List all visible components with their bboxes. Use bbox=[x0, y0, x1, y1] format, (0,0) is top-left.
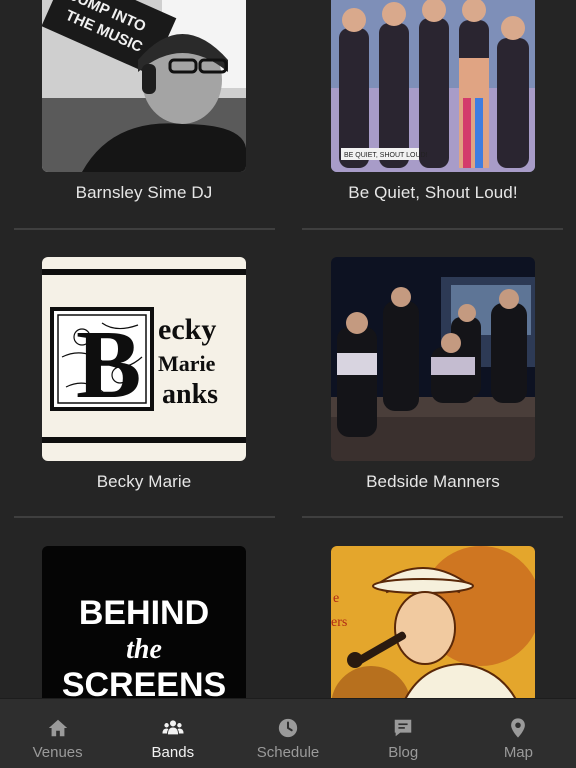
band-image: BE QUIET, SHOUT LOUD! bbox=[331, 0, 535, 172]
band-name: Be Quiet, Shout Loud! bbox=[348, 183, 518, 202]
tab-label: Bands bbox=[151, 744, 195, 761]
tab-venues[interactable]: Venues bbox=[0, 699, 115, 768]
tab-blog[interactable]: Blog bbox=[346, 699, 461, 768]
users-icon bbox=[162, 720, 184, 735]
home-icon bbox=[48, 719, 67, 737]
initial-b-text: B bbox=[76, 311, 141, 419]
band-image: e ers bbox=[331, 546, 535, 698]
poster-text-ers: ers bbox=[331, 615, 347, 630]
tab-bands[interactable]: Bands bbox=[115, 699, 230, 768]
divider bbox=[14, 228, 275, 230]
divider bbox=[14, 516, 275, 518]
be-quiet-shout-loud-text: BE QUIET, SHOUT LOUD! bbox=[344, 152, 428, 159]
bands-grid: JUMP INTO THE MUSIC Barnsley Sime DJ BE … bbox=[0, 0, 576, 698]
tab-label: Blog bbox=[388, 744, 419, 761]
tab-map[interactable]: Map bbox=[461, 699, 576, 768]
band-image: B ecky Marie anks bbox=[42, 257, 246, 461]
behind-text: BEHIND bbox=[79, 594, 209, 632]
tab-schedule[interactable]: Schedule bbox=[230, 699, 345, 768]
band-name: Becky Marie bbox=[96, 472, 192, 491]
band-image: BEHIND the SCREENS bbox=[42, 546, 246, 698]
band-image bbox=[331, 257, 535, 461]
tab-label: Schedule bbox=[256, 744, 320, 761]
anks-text: anks bbox=[162, 379, 218, 410]
band-image: JUMP INTO THE MUSIC bbox=[42, 0, 246, 172]
marie-text: Marie bbox=[158, 351, 216, 376]
divider bbox=[302, 228, 563, 230]
divider bbox=[302, 516, 563, 518]
ecky-text: ecky bbox=[158, 313, 216, 346]
the-text: the bbox=[126, 634, 162, 665]
poster-text-e: e bbox=[333, 591, 339, 606]
screens-text: SCREENS bbox=[62, 666, 226, 698]
clock-icon bbox=[278, 718, 298, 738]
bottom-tab-bar: Venues Bands Schedule Blog Map bbox=[0, 698, 576, 768]
band-name: Barnsley Sime DJ bbox=[75, 183, 213, 202]
tab-label: Map bbox=[503, 744, 533, 761]
band-name: Bedside Manners bbox=[366, 472, 500, 491]
tab-label: Venues bbox=[32, 744, 83, 761]
map-pin-icon bbox=[511, 718, 526, 738]
message-icon bbox=[394, 719, 412, 737]
